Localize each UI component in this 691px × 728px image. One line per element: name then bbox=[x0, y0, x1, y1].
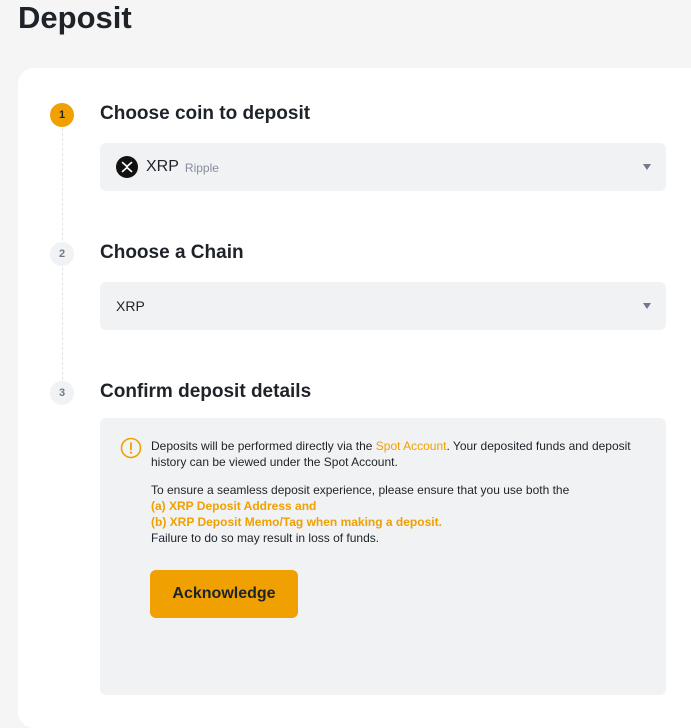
step-2-badge: 2 bbox=[50, 242, 74, 266]
deposit-notice: Deposits will be performed directly via … bbox=[151, 438, 641, 470]
deposit-details-panel: Deposits will be performed directly via … bbox=[100, 418, 666, 695]
loss-warning: Failure to do so may result in loss of f… bbox=[151, 531, 380, 545]
coin-select[interactable]: XRP Ripple bbox=[100, 143, 666, 191]
coin-symbol: XRP bbox=[146, 158, 179, 175]
step-3-title: Confirm deposit details bbox=[100, 381, 312, 402]
xrp-coin-icon bbox=[116, 156, 138, 178]
page-title: Deposit bbox=[18, 0, 132, 35]
step-3-badge: 3 bbox=[50, 381, 74, 405]
requirement-memo: (b) XRP Deposit Memo/Tag when making a d… bbox=[151, 515, 442, 529]
step-1-badge: 1 bbox=[50, 103, 74, 127]
instructions-intro: To ensure a seamless deposit experience,… bbox=[151, 483, 570, 497]
step-1-title: Choose coin to deposit bbox=[100, 103, 311, 124]
requirement-address: (a) XRP Deposit Address and bbox=[151, 499, 317, 513]
chevron-down-icon bbox=[643, 164, 651, 170]
chain-select[interactable]: XRP bbox=[100, 282, 666, 330]
warning-icon bbox=[120, 437, 142, 464]
chain-value: XRP bbox=[116, 298, 145, 314]
deposit-instructions: To ensure a seamless deposit experience,… bbox=[151, 482, 641, 546]
acknowledge-button[interactable]: Acknowledge bbox=[150, 570, 298, 618]
chevron-down-icon bbox=[643, 303, 651, 309]
spot-account-link[interactable]: Spot Account bbox=[376, 439, 447, 453]
step-2-title: Choose a Chain bbox=[100, 242, 244, 263]
coin-name: Ripple bbox=[184, 161, 219, 175]
notice-prefix: Deposits will be performed directly via … bbox=[151, 439, 376, 453]
